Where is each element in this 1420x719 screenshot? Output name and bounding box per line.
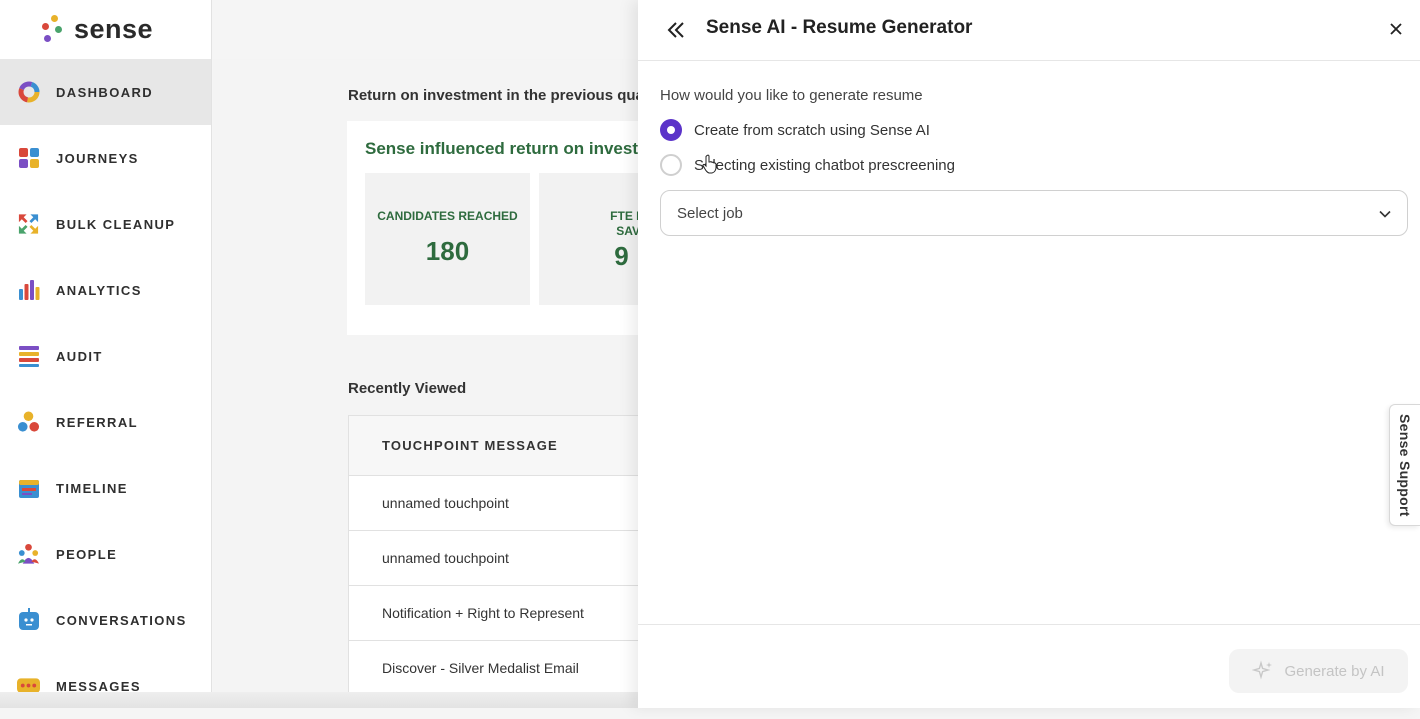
sidebar: sense DASHBOARD JOURNEYS BULK CLEANUP AN…: [0, 0, 212, 708]
collapse-drawer-button[interactable]: [662, 16, 690, 44]
referral-icon: [17, 411, 40, 434]
sidebar-item-label: CONVERSATIONS: [56, 612, 187, 628]
conversations-icon: [17, 608, 40, 632]
bulk-cleanup-icon: [17, 213, 40, 236]
drawer-footer: Generate by AI: [638, 624, 1420, 708]
audit-icon: [17, 345, 40, 368]
sidebar-item-people[interactable]: PEOPLE: [0, 521, 211, 587]
close-button[interactable]: [1384, 17, 1408, 41]
double-chevron-left-icon: [667, 22, 684, 38]
generate-label: Generate by AI: [1284, 662, 1385, 680]
dashboard-icon: [17, 81, 40, 104]
brand-name: sense: [74, 14, 154, 44]
select-job-dropdown[interactable]: Select job: [660, 190, 1408, 236]
sidebar-item-label: DASHBOARD: [56, 84, 154, 100]
sidebar-item-conversations[interactable]: CONVERSATIONS: [0, 587, 211, 653]
timeline-icon: [17, 477, 40, 500]
sidebar-item-label: AUDIT: [56, 348, 103, 364]
sidebar-item-label: JOURNEYS: [56, 150, 139, 166]
hand-pointer-icon: [702, 154, 717, 174]
roi-heading: Sense influenced return on investr: [365, 139, 645, 158]
support-label: Sense Support: [1397, 413, 1413, 517]
roi-section-title: Return on investment in the previous qua…: [348, 87, 650, 104]
sparkle-icon: [1252, 660, 1273, 680]
select-value: Select job: [677, 204, 743, 222]
sidebar-item-label: TIMELINE: [56, 480, 128, 496]
drawer-title: Sense AI - Resume Generator: [706, 17, 973, 38]
radio-label: Create from scratch using Sense AI: [694, 121, 930, 139]
sidebar-item-journeys[interactable]: JOURNEYS: [0, 125, 211, 191]
chevron-down-icon: [1379, 210, 1391, 218]
stat-candidates-reached: CANDIDATES REACHED 180: [365, 173, 530, 305]
sidebar-item-label: PEOPLE: [56, 546, 118, 562]
stat-label: CANDIDATES REACHED: [377, 209, 518, 223]
sidebar-item-label: REFERRAL: [56, 414, 138, 430]
drawer-header: Sense AI - Resume Generator: [638, 0, 1420, 61]
sidebar-item-messages[interactable]: MESSAGES: [0, 653, 211, 719]
sense-support-tab[interactable]: Sense Support: [1389, 404, 1420, 526]
journeys-icon: [17, 147, 40, 170]
recently-viewed-title: Recently Viewed: [348, 380, 467, 397]
analytics-icon: [17, 279, 40, 302]
brand[interactable]: sense: [0, 0, 211, 59]
stat-value: 180: [425, 236, 470, 266]
sidebar-item-label: BULK CLEANUP: [56, 216, 176, 232]
sidebar-item-audit[interactable]: AUDIT: [0, 323, 211, 389]
radio-label: Selecting existing chatbot prescreening: [694, 156, 955, 174]
sense-logo-icon: [42, 14, 66, 45]
radio-unchecked[interactable]: [660, 154, 682, 176]
people-icon: [17, 543, 40, 566]
resume-generator-drawer: Sense AI - Resume Generator How would yo…: [638, 0, 1420, 708]
close-icon: [1390, 23, 1402, 35]
generation-question: How would you like to generate resume: [660, 87, 923, 104]
sidebar-item-label: ANALYTICS: [56, 282, 142, 298]
generate-by-ai-button[interactable]: Generate by AI: [1229, 649, 1408, 693]
sidebar-item-analytics[interactable]: ANALYTICS: [0, 257, 211, 323]
radio-checked[interactable]: [660, 119, 682, 141]
option-create-from-scratch[interactable]: Create from scratch using Sense AI: [660, 119, 930, 141]
sidebar-item-timeline[interactable]: TIMELINE: [0, 455, 211, 521]
sidebar-item-dashboard[interactable]: DASHBOARD: [0, 59, 211, 125]
sidebar-item-referral[interactable]: REFERRAL: [0, 389, 211, 455]
sidebar-item-bulk-cleanup[interactable]: BULK CLEANUP: [0, 191, 211, 257]
